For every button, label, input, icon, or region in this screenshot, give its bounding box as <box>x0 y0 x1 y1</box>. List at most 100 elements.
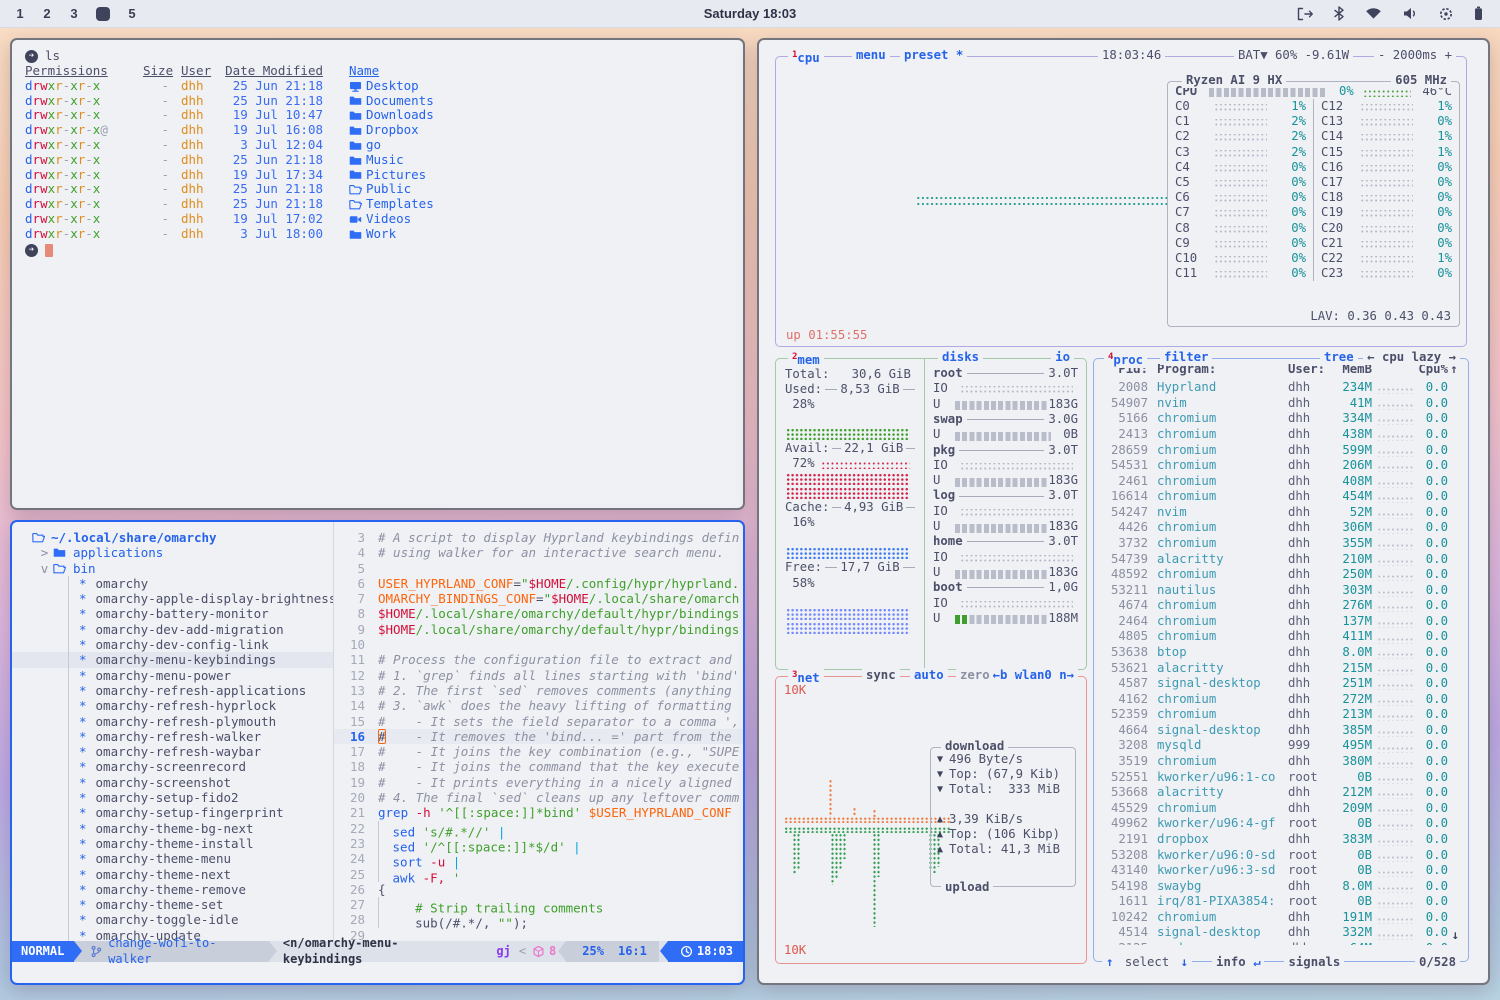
process-row-45529[interactable]: 45529chromiumdhh209M0.0 <box>1094 801 1468 817</box>
status-line: NORMAL change-wofi-to-walker <n/omarchy-… <box>12 941 743 962</box>
process-row-54907[interactable]: 54907nvimdhh41M0.0 <box>1094 396 1468 412</box>
tree-folder-applications[interactable]: >applications <box>12 545 333 560</box>
tree-item-omarchy-apple-display-brightness[interactable]: *omarchy-apple-display-brightness <box>12 591 333 606</box>
process-row-2461[interactable]: 2461chromiumdhh408M0.0 <box>1094 473 1468 489</box>
ls-entry-name: Music <box>323 153 730 168</box>
menu-button[interactable]: menu <box>852 48 890 63</box>
tree-item-omarchy-setup-fingerprint[interactable]: *omarchy-setup-fingerprint <box>12 805 333 820</box>
folder-icon <box>349 154 362 167</box>
process-row-2125[interactable]: 2125waybardhh64M0.0 <box>1094 941 1468 945</box>
monitor-clock: 18:03:46 <box>1098 48 1165 63</box>
proc-tab[interactable]: 4proc <box>1104 350 1147 368</box>
net-interface[interactable]: ←b wlan0 n→ <box>989 668 1078 683</box>
net-auto-button[interactable]: auto <box>910 668 948 683</box>
process-row-4805[interactable]: 4805chromiumdhh411M0.0 <box>1094 629 1468 645</box>
process-row-4514[interactable]: 4514signal-desktopdhh332M0.0 <box>1094 925 1468 941</box>
process-row-48592[interactable]: 48592chromiumdhh250M0.0 <box>1094 567 1468 583</box>
net-sync-button[interactable]: sync <box>862 668 900 683</box>
signals-hint[interactable]: signals <box>1284 955 1344 970</box>
scroll-down-indicator[interactable]: ↓ <box>1452 928 1459 943</box>
process-row-10242[interactable]: 10242chromiumdhh191M0.0 <box>1094 910 1468 926</box>
process-row-53668[interactable]: 53668alacrittydhh212M0.0 <box>1094 785 1468 801</box>
tree-item-omarchy-theme-remove[interactable]: *omarchy-theme-remove <box>12 882 333 897</box>
tree-item-omarchy-dev-config-link[interactable]: *omarchy-dev-config-link <box>12 637 333 652</box>
tree-button[interactable]: tree <box>1320 350 1358 365</box>
process-row-54739[interactable]: 54739alacrittydhh210M0.0 <box>1094 551 1468 567</box>
code-line-17: 17# - It joins the key combination (e.g.… <box>334 744 743 759</box>
topbar-clock: Saturday 18:03 <box>0 6 1500 21</box>
ls-column-header: Date Modified <box>215 64 323 79</box>
process-row-4674[interactable]: 4674chromiumdhh276M0.0 <box>1094 598 1468 614</box>
mem-used: Used:8,53 GiB <box>785 382 918 397</box>
sort-column-selector[interactable]: ← cpu lazy → <box>1363 350 1460 365</box>
tree-item-omarchy-setup-fido2[interactable]: *omarchy-setup-fido2 <box>12 790 333 805</box>
tree-item-omarchy-menu-keybindings[interactable]: *omarchy-menu-keybindings <box>12 652 333 667</box>
process-row-16614[interactable]: 16614chromiumdhh454M0.0 <box>1094 489 1468 505</box>
tree-item-omarchy-theme-menu[interactable]: *omarchy-theme-menu <box>12 851 333 866</box>
disk-pkg: pkg3.0T <box>933 442 1078 457</box>
process-row-43140[interactable]: 43140kworker/u96:3-sdroot0B0.0 <box>1094 863 1468 879</box>
process-row-4162[interactable]: 4162chromiumdhh272M0.0 <box>1094 692 1468 708</box>
tree-item-omarchy-refresh-hyprlock[interactable]: *omarchy-refresh-hyprlock <box>12 698 333 713</box>
ls-row: drwxr-xr-x-dhh3 Jul 18:00Work <box>25 227 730 242</box>
tree-item-omarchy-refresh-walker[interactable]: *omarchy-refresh-walker <box>12 729 333 744</box>
code-pane[interactable]: 3# A script to display Hyprland keybindi… <box>333 522 743 941</box>
ls-entry-name: go <box>323 138 730 153</box>
tree-item-omarchy-menu-power[interactable]: *omarchy-menu-power <box>12 668 333 683</box>
process-row-4587[interactable]: 4587signal-desktopdhh251M0.0 <box>1094 676 1468 692</box>
tree-item-omarchy-battery-monitor[interactable]: *omarchy-battery-monitor <box>12 606 333 621</box>
process-row-53638[interactable]: 53638btopdhh8.0M0.0 <box>1094 645 1468 661</box>
preset-button[interactable]: preset * <box>900 48 967 63</box>
tree-item-omarchy-refresh-waybar[interactable]: *omarchy-refresh-waybar <box>12 744 333 759</box>
process-row-2413[interactable]: 2413chromiumdhh438M0.0 <box>1094 427 1468 443</box>
refresh-interval[interactable]: - 2000ms + <box>1374 48 1456 63</box>
process-row-28659[interactable]: 28659chromiumdhh599M0.0 <box>1094 442 1468 458</box>
process-row-53621[interactable]: 53621alacrittydhh215M0.0 <box>1094 660 1468 676</box>
prompt-line-2[interactable]: ➔ <box>25 243 730 258</box>
tree-item-omarchy-theme-bg-next[interactable]: *omarchy-theme-bg-next <box>12 821 333 836</box>
tree-folder-bin[interactable]: vbin <box>12 561 333 576</box>
process-row-52359[interactable]: 52359chromiumdhh213M0.0 <box>1094 707 1468 723</box>
tree-item-omarchy-theme-install[interactable]: *omarchy-theme-install <box>12 836 333 851</box>
tree-item-omarchy-screenrecord[interactable]: *omarchy-screenrecord <box>12 759 333 774</box>
process-row-53211[interactable]: 53211nautilusdhh303M0.0 <box>1094 583 1468 599</box>
process-row-5166[interactable]: 5166chromiumdhh334M0.0 <box>1094 411 1468 427</box>
terminal-window[interactable]: ➔ ls PermissionsSizeUserDate ModifiedNam… <box>10 38 745 510</box>
tree-item-omarchy[interactable]: *omarchy <box>12 576 333 591</box>
tree-item-omarchy-theme-set[interactable]: *omarchy-theme-set <box>12 897 333 912</box>
core-row-C11: C110% <box>1168 266 1313 281</box>
process-row-53208[interactable]: 53208kworker/u96:0-sdroot0B0.0 <box>1094 847 1468 863</box>
editor-window[interactable]: ~/.local/share/omarchy>applicationsvbin*… <box>10 520 745 985</box>
select-hint[interactable]: ↑ select ↓ <box>1102 955 1192 970</box>
tree-root[interactable]: ~/.local/share/omarchy <box>12 530 333 545</box>
tree-item-omarchy-theme-next[interactable]: *omarchy-theme-next <box>12 867 333 882</box>
pending-keys: gj <box>488 944 518 959</box>
mode-indicator: NORMAL <box>12 941 74 962</box>
process-row-1611[interactable]: 1611irq/81-PIXA3854:root0B0.0 <box>1094 894 1468 910</box>
tree-item-omarchy-toggle-idle[interactable]: *omarchy-toggle-idle <box>12 912 333 927</box>
process-row-52551[interactable]: 52551kworker/u96:1-coroot0B0.0 <box>1094 769 1468 785</box>
tree-item-omarchy-screenshot[interactable]: *omarchy-screenshot <box>12 775 333 790</box>
process-row-4426[interactable]: 4426chromiumdhh306M0.0 <box>1094 520 1468 536</box>
tree-item-omarchy-dev-add-migration[interactable]: *omarchy-dev-add-migration <box>12 622 333 637</box>
process-row-2191[interactable]: 2191dropboxdhh383M0.0 <box>1094 832 1468 848</box>
ls-row: drwxr-xr-x-dhh3 Jul 12:04go <box>25 138 730 153</box>
tree-item-omarchy-refresh-applications[interactable]: *omarchy-refresh-applications <box>12 683 333 698</box>
filter-button[interactable]: filter <box>1160 350 1212 365</box>
process-row-2464[interactable]: 2464chromiumdhh137M0.0 <box>1094 614 1468 630</box>
process-row-54531[interactable]: 54531chromiumdhh206M0.0 <box>1094 458 1468 474</box>
cpu-tab[interactable]: 1cpu <box>788 48 824 66</box>
process-row-3732[interactable]: 3732chromiumdhh355M0.0 <box>1094 536 1468 552</box>
tree-item-omarchy-refresh-plymouth[interactable]: *omarchy-refresh-plymouth <box>12 714 333 729</box>
process-row-4664[interactable]: 4664signal-desktopdhh385M0.0 <box>1094 723 1468 739</box>
process-row-3208[interactable]: 3208mysqld999495M0.0 <box>1094 738 1468 754</box>
process-row-54247[interactable]: 54247nvimdhh52M0.0 <box>1094 505 1468 521</box>
ls-listing: drwxr-xr-x-dhh25 Jun 21:18Desktopdrwxr-x… <box>25 79 730 242</box>
process-row-3519[interactable]: 3519chromiumdhh380M0.0 <box>1094 754 1468 770</box>
code-line-15: 15# - It sets the field separator to a c… <box>334 714 743 729</box>
system-monitor-window[interactable]: 1cpu menu preset * 18:03:46 BAT▼ 60% -9.… <box>757 38 1490 985</box>
process-row-49962[interactable]: 49962kworker/u96:4-gfroot0B0.0 <box>1094 816 1468 832</box>
info-hint[interactable]: info ↵ <box>1212 955 1264 970</box>
process-row-2008[interactable]: 2008Hyprlanddhh234M0.0 <box>1094 380 1468 396</box>
process-row-54198[interactable]: 54198swaybgdhh8.0M0.0 <box>1094 879 1468 895</box>
